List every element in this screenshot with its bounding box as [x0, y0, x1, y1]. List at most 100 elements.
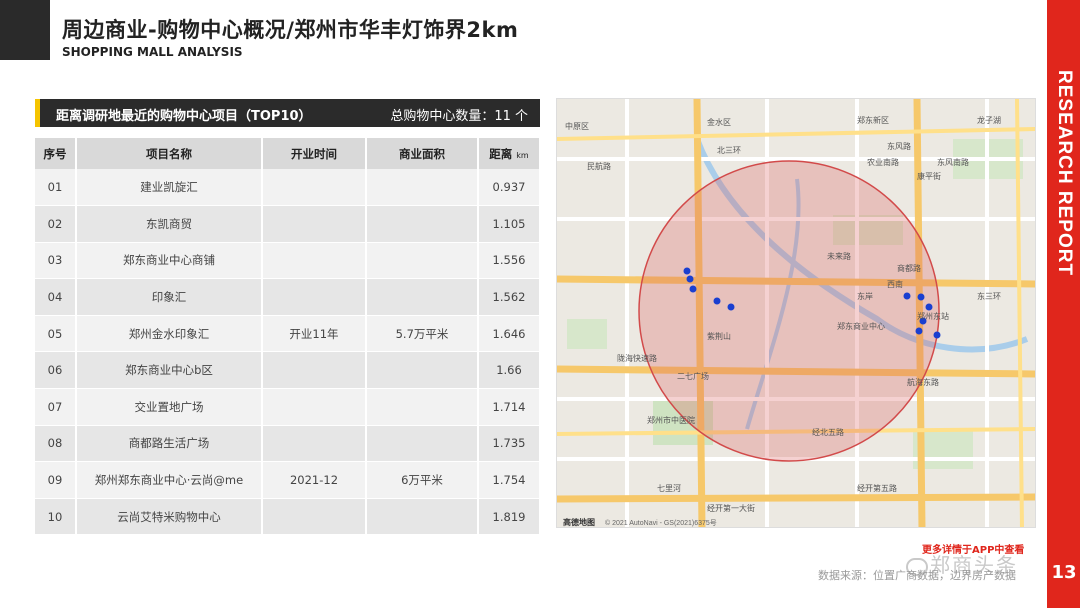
table-cell: 建业凯旋汇 [76, 169, 263, 207]
table-row: 05 郑州金水印象汇 开业11年 5.7万平米 1.646 [35, 315, 541, 353]
table-cell [366, 498, 479, 536]
map-label: 郑州东站 [917, 311, 949, 321]
map-label: 经开第五路 [857, 483, 897, 493]
table-cell: 10 [35, 498, 77, 536]
table-row: 09 郑州郑东商业中心·云尚@me 2021-12 6万平米 1.754 [35, 461, 541, 499]
map-label: 郑州市中医院 [647, 415, 695, 425]
table-cell [262, 425, 367, 463]
col-header: 序号 [35, 138, 77, 169]
table-row: 03 郑东商业中心商铺 1.556 [35, 242, 541, 280]
table-row: 06 郑东商业中心b区 1.66 [35, 351, 541, 390]
map-label: 二七广场 [677, 371, 709, 381]
map-label: 东三环 [977, 291, 1001, 301]
map-label: 中原区 [565, 121, 589, 131]
col-header: 项目名称 [76, 138, 263, 169]
table-row: 10 云尚艾特米购物中心 1.819 [35, 498, 541, 536]
table-cell: 1.66 [478, 351, 541, 390]
table-cell: 05 [35, 315, 77, 353]
map-label: 北三环 [717, 146, 741, 155]
page-number: 13 [1051, 562, 1077, 583]
table-header-bar: 距离调研地最近的购物中心项目（TOP10） 总购物中心数量：11 个 [35, 99, 540, 127]
map-graphic: 中原区 金水区 郑东新区 龙子湖民航路 北三环 东风路农业南路康平街 东风南路商都路紫荆山 未… [557, 99, 1035, 527]
side-band-text: RESEARCH REPORT [1054, 70, 1075, 277]
table-cell: 交业置地广场 [76, 388, 263, 426]
map-label: 未来路 [827, 251, 851, 261]
table-cell: 开业11年 [262, 315, 367, 353]
table-cell [262, 351, 367, 390]
table-cell [262, 278, 367, 316]
table-cell: 07 [35, 388, 77, 426]
map-label: 东岸 [857, 291, 873, 301]
table-cell: 6万平米 [366, 461, 479, 499]
table-cell: 东凯商贸 [76, 205, 263, 243]
table-row: 07 交业置地广场 1.714 [35, 388, 541, 426]
table-cell: 云尚艾特米购物中心 [76, 498, 263, 536]
map-label: 七里河 [657, 483, 681, 493]
map-label: 农业南路 [867, 157, 899, 167]
table-header-title: 距离调研地最近的购物中心项目（TOP10） [56, 109, 312, 124]
table-cell [262, 388, 367, 426]
table-header-count: 总购物中心数量：11 个 [390, 109, 528, 124]
table-row: 02 东凯商贸 1.105 [35, 205, 541, 243]
table-cell: 1.556 [478, 242, 541, 280]
table-cell: 郑东商业中心b区 [76, 351, 263, 390]
map-label: 龙子湖 [977, 115, 1001, 125]
table-row: 04 印象汇 1.562 [35, 278, 541, 316]
data-source-note: 数据来源：位置广商数据，边界房产数据 [818, 569, 1016, 582]
map-label: 东风路 [887, 141, 911, 151]
table-cell [366, 425, 479, 463]
map-label: 康平街 [917, 171, 941, 181]
table-cell: 04 [35, 278, 77, 316]
table-cell [262, 498, 367, 536]
table-cell: 2021-12 [262, 461, 367, 499]
table-head-row: 序号 项目名称 开业时间 商业面积 距离 km [35, 138, 541, 169]
col-header-distance: 距离 km [478, 138, 541, 169]
map-label: 航海东路 [907, 377, 939, 387]
col-header: 商业面积 [366, 138, 479, 169]
table-cell: 郑州金水印象汇 [76, 315, 263, 353]
map-panel: 中原区 金水区 郑东新区 龙子湖民航路 北三环 东风路农业南路康平街 东风南路商都路紫荆山 未… [556, 98, 1036, 528]
table-cell [366, 278, 479, 316]
table-cell: 0.937 [478, 169, 541, 207]
app-note: 更多详情于APP中查看 [922, 545, 1025, 556]
map-label: 民航路 [587, 161, 611, 171]
table-cell: 1.562 [478, 278, 541, 316]
table-cell [366, 169, 479, 207]
table-cell: 1.646 [478, 315, 541, 353]
table-cell: 郑州郑东商业中心·云尚@me [76, 461, 263, 499]
map-label: 紫荆山 [707, 331, 731, 341]
map-label: 郑东新区 [857, 115, 889, 125]
map-attribution: © 2021 AutoNavi - GS(2021)6375号 [605, 519, 717, 527]
map-label: 陇海快速路 [617, 353, 657, 363]
table-cell: 1.819 [478, 498, 541, 536]
table-cell: 08 [35, 425, 77, 463]
col-header: 开业时间 [262, 138, 367, 169]
page-subtitle: SHOPPING MALL ANALYSIS [62, 45, 243, 59]
table-cell [366, 351, 479, 390]
table-cell: 郑东商业中心商铺 [76, 242, 263, 280]
map-logo: 高德地图 [563, 517, 595, 527]
table-cell: 02 [35, 205, 77, 243]
map-label: 商都路 [897, 263, 921, 273]
page-title: 周边商业-购物中心概况/郑州市华丰灯饰界2km [62, 18, 519, 42]
table-cell: 06 [35, 351, 77, 390]
table-cell [262, 242, 367, 280]
map-label: 郑东商业中心 [837, 321, 885, 331]
table-cell [366, 205, 479, 243]
table-cell: 01 [35, 169, 77, 207]
table-cell: 09 [35, 461, 77, 499]
table-row: 08 商都路生活广场 1.735 [35, 425, 541, 463]
mall-table: 序号 项目名称 开业时间 商业面积 距离 km 01 建业凯旋汇 0.937 02 东凯… [35, 138, 541, 536]
map-label: 经开第一大街 [707, 503, 755, 513]
table-cell: 1.754 [478, 461, 541, 499]
table-cell [262, 169, 367, 207]
table-cell [262, 205, 367, 243]
table-cell [366, 242, 479, 280]
table-cell: 03 [35, 242, 77, 280]
map-label: 金水区 [707, 117, 731, 127]
corner-block [0, 0, 50, 60]
map-label: 东风南路 [937, 157, 969, 167]
table-cell: 商都路生活广场 [76, 425, 263, 463]
table-cell: 5.7万平米 [366, 315, 479, 353]
table-cell [366, 388, 479, 426]
